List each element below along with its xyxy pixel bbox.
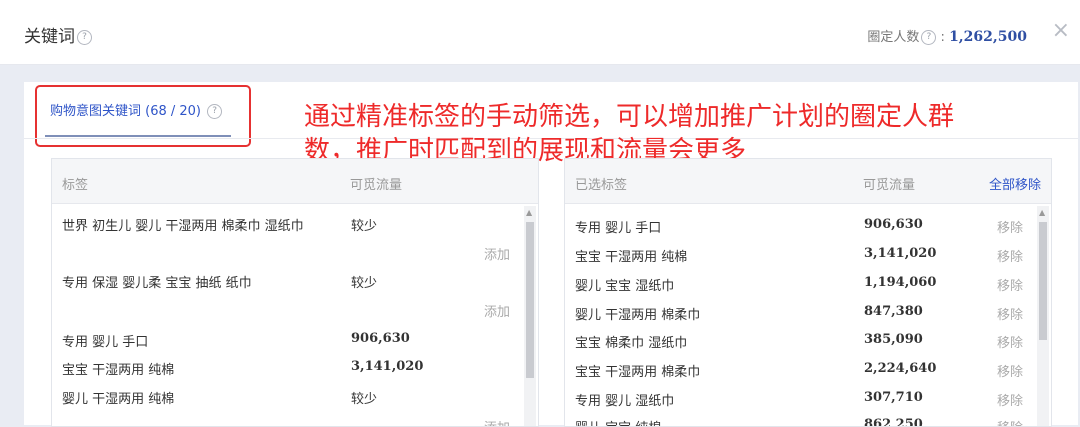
selected-keyword: 宝宝 干湿两用 棉柔巾 (575, 365, 701, 380)
scrollbar-thumb[interactable] (1039, 222, 1047, 340)
remove-button[interactable]: 移除 (997, 246, 1023, 265)
remove-all-button[interactable]: 全部移除 (989, 174, 1041, 193)
audience-help-icon[interactable]: ? (921, 30, 937, 45)
remove-button[interactable]: 移除 (997, 275, 1023, 294)
scrollbar[interactable]: ▲ (524, 206, 536, 426)
selected-keyword: 宝宝 干湿两用 纯棉 (575, 250, 688, 265)
audience-value: 1,262,500 (949, 29, 1027, 45)
scrollbar-thumb[interactable] (526, 222, 534, 378)
tag-traffic: 较少 (351, 219, 378, 234)
scrollbar[interactable]: ▲ (1037, 206, 1049, 426)
available-tags-header: 标签 可觅流量 (52, 159, 538, 204)
dialog-title-text: 关键词 (24, 27, 75, 47)
scroll-up-icon[interactable]: ▲ (526, 208, 532, 217)
remove-button[interactable]: 移除 (997, 332, 1023, 351)
tag-keyword: 专用 婴儿 手口 (62, 335, 149, 350)
dialog-header: 关键词? 圈定人数? : 1,262,500 × (0, 0, 1080, 65)
tag-traffic: 较少 (351, 392, 378, 407)
tag-traffic: 3,141,020 (351, 359, 424, 374)
audience-label: 圈定人数 (867, 30, 920, 45)
tag-keyword: 世界 初生儿 婴儿 干湿两用 棉柔巾 湿纸巾 (62, 219, 304, 234)
tag-traffic: 906,630 (351, 331, 410, 346)
selected-keyword: 专用 婴儿 手口 (575, 221, 662, 236)
selected-traffic: 1,194,060 (864, 275, 937, 290)
remove-button[interactable]: 移除 (997, 417, 1023, 426)
selected-tags-header: 已选标签 可觅流量 全部移除 (565, 159, 1051, 204)
tag-keyword: 宝宝 干湿两用 纯棉 (62, 363, 175, 378)
selected-traffic: 2,224,640 (864, 361, 937, 376)
tag-traffic: 较少 (351, 276, 378, 291)
add-button[interactable]: 添加 (484, 417, 510, 426)
selected-traffic: 385,090 (864, 332, 923, 347)
selected-traffic: 3,141,020 (864, 246, 937, 261)
selected-tags-panel: 已选标签 可觅流量 全部移除 专用 婴儿 手口 906,630 移除 宝宝 干湿… (564, 158, 1052, 427)
tab-shopping-intent-keywords[interactable]: 购物意图关键词 (68 / 20) ? (50, 100, 223, 119)
tag-keyword: 婴儿 干湿两用 纯棉 (62, 392, 175, 407)
scroll-up-icon[interactable]: ▲ (1039, 208, 1045, 217)
selected-keyword: 婴儿 干湿两用 棉柔巾 (575, 308, 701, 323)
help-icon[interactable]: ? (77, 29, 92, 45)
tag-keyword: 专用 保湿 婴儿柔 宝宝 抽纸 纸巾 (62, 276, 252, 291)
selected-traffic: 862,250 (864, 417, 923, 427)
selected-traffic: 906,630 (864, 217, 923, 232)
audience-count: 圈定人数? : 1,262,500 (867, 29, 1027, 45)
selected-keyword: 婴儿 宝宝 纯棉 (575, 417, 661, 426)
selected-keyword: 专用 婴儿 湿纸巾 (575, 394, 675, 409)
remove-button[interactable]: 移除 (997, 361, 1023, 380)
tab-help-icon[interactable]: ? (207, 104, 223, 119)
column-tag: 标签 (62, 178, 89, 193)
selected-keyword: 婴儿 宝宝 湿纸巾 (575, 279, 675, 294)
add-button[interactable]: 添加 (484, 301, 510, 320)
dialog-title: 关键词? (24, 22, 92, 47)
available-tags-panel: 标签 可觅流量 世界 初生儿 婴儿 干湿两用 棉柔巾 湿纸巾 较少 添加 专用 … (51, 158, 539, 427)
remove-button[interactable]: 移除 (997, 217, 1023, 236)
column-selected-tag: 已选标签 (575, 178, 628, 193)
column-traffic: 可觅流量 (863, 178, 916, 193)
tab-underline (45, 135, 231, 137)
tab-label: 购物意图关键词 (68 / 20) (50, 104, 202, 119)
selected-traffic: 847,380 (864, 304, 923, 319)
selected-keyword: 宝宝 棉柔巾 湿纸巾 (575, 336, 688, 351)
selected-traffic: 307,710 (864, 390, 923, 405)
keyword-card: 购物意图关键词 (68 / 20) ? 通过精准标签的手动筛选，可以增加推广计划… (24, 82, 1078, 427)
close-icon[interactable]: × (1052, 18, 1070, 43)
remove-button[interactable]: 移除 (997, 304, 1023, 323)
add-button[interactable]: 添加 (484, 244, 510, 263)
column-traffic: 可觅流量 (350, 178, 403, 193)
annotation-line-1: 通过精准标签的手动筛选，可以增加推广计划的圈定人群 (304, 102, 955, 132)
remove-button[interactable]: 移除 (997, 390, 1023, 409)
